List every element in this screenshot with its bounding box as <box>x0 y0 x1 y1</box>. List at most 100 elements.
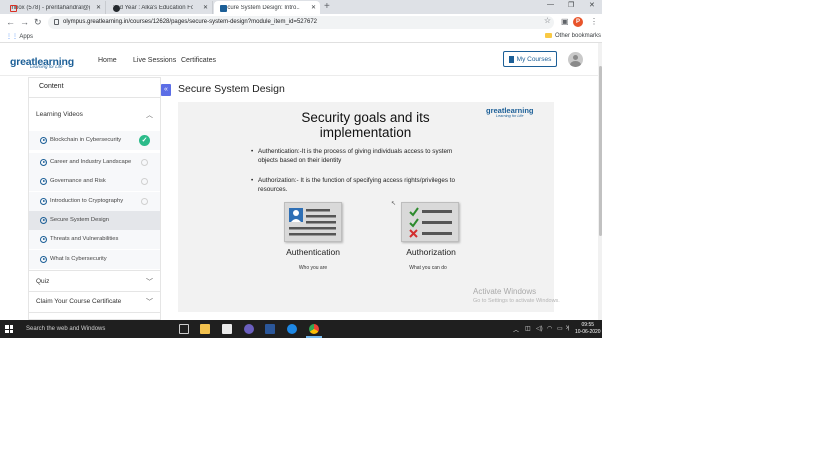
activate-windows-subtext: Go to Settings to activate Windows. <box>473 298 560 304</box>
sidebar-title: Content <box>29 78 160 98</box>
nav-live-sessions[interactable]: Live Sessions <box>133 57 176 64</box>
my-courses-label: My Courses <box>516 55 552 63</box>
lesson-label: What Is Cybersecurity <box>50 256 107 262</box>
edge-icon[interactable] <box>287 324 297 334</box>
taskbar-search[interactable]: Search the web and Windows <box>18 320 168 338</box>
new-tab-button[interactable]: + <box>324 1 330 13</box>
checklist-icon <box>401 202 459 242</box>
task-view-icon[interactable] <box>179 324 189 334</box>
apps-label: Apps <box>19 34 34 40</box>
back-icon[interactable]: ← <box>6 16 15 28</box>
url-text[interactable]: olympus.greatlearning.in/courses/12628/p… <box>63 18 317 27</box>
menu-icon[interactable]: ⋮ <box>590 17 598 26</box>
bullet-authorization: Authorization:- It is the function of sp… <box>251 177 473 194</box>
volume-icon[interactable]: ◁) <box>536 325 543 332</box>
progress-circle-icon <box>141 159 148 166</box>
close-icon[interactable]: ✕ <box>203 4 208 11</box>
wifi-icon[interactable]: ◠ <box>547 325 552 332</box>
lesson-label: Threats and Vulnerabilities <box>50 236 119 242</box>
lesson-threats[interactable]: Threats and Vulnerabilities <box>29 230 160 249</box>
bookmarks-bar: ⋮⋮ Apps Other bookmarks <box>0 31 602 43</box>
lesson-blockchain[interactable]: Blockchain in Cybersecurity ✓ <box>29 131 160 150</box>
play-icon <box>40 236 47 243</box>
greatlearning-icon <box>220 5 227 12</box>
slide-title-line2: implementation <box>319 125 412 140</box>
forward-icon[interactable]: → <box>20 16 29 28</box>
play-icon <box>40 178 47 185</box>
clock-date: 10-06-2020 <box>575 329 601 335</box>
greatlearning-logo[interactable]: greatlearning Learning for Life <box>10 52 74 70</box>
slide-logo-tagline: Learning for Life <box>496 114 524 118</box>
my-courses-button[interactable]: My Courses <box>503 51 557 67</box>
user-avatar[interactable] <box>568 52 583 67</box>
close-icon[interactable]: ✕ <box>96 4 101 11</box>
keyboard-icon[interactable]: ▭ <box>557 325 563 332</box>
close-icon[interactable]: ✕ <box>311 4 316 11</box>
network-icon[interactable]: ◫ <box>525 325 531 332</box>
collapse-sidebar-button[interactable]: « <box>161 84 171 96</box>
minimize-icon[interactable]: — <box>547 1 554 8</box>
window-close-icon[interactable]: ✕ <box>589 1 595 9</box>
extension-icon[interactable]: ▣ <box>561 17 569 26</box>
authentication-label: Authentication <box>286 247 340 257</box>
lesson-what-is-cybersecurity[interactable]: What Is Cybersecurity <box>29 250 160 269</box>
store-icon[interactable] <box>222 324 232 334</box>
lesson-cryptography[interactable]: Introduction to Cryptography <box>29 192 160 211</box>
apps-bookmark[interactable]: ⋮⋮ Apps <box>6 33 33 40</box>
browser-toolbar: ← → ↻ olympus.greatlearning.in/courses/1… <box>0 14 602 31</box>
authorization-sublabel: What you can do <box>409 265 447 271</box>
book-icon <box>508 55 514 63</box>
windows-start-icon[interactable] <box>5 325 13 333</box>
chevron-down-icon: ﹀ <box>146 299 153 306</box>
lesson-career[interactable]: Career and Industry Landscape <box>29 153 160 172</box>
address-bar[interactable]: olympus.greatlearning.in/courses/12628/p… <box>48 16 554 29</box>
apps-grid-icon: ⋮⋮ <box>6 34 18 40</box>
section-label: Learning Videos <box>36 111 83 118</box>
bullet-authentication: Authentication:-It is the process of giv… <box>251 148 473 165</box>
section-learning-videos[interactable]: Learning Videos ︿ <box>29 104 160 126</box>
maximize-icon[interactable]: ❐ <box>568 1 574 9</box>
tab-github[interactable]: 2nd Year : Alka's Education Foun... ✕ <box>107 1 213 14</box>
tray-chevron-icon[interactable]: ︿ <box>513 325 519 334</box>
clock-time: 09:55 <box>581 322 595 328</box>
other-bookmarks[interactable]: Other bookmarks <box>545 33 601 39</box>
chrome-icon[interactable] <box>306 324 322 338</box>
other-bookmarks-label: Other bookmarks <box>555 33 602 40</box>
play-icon <box>40 217 47 224</box>
activate-windows-watermark: Activate Windows <box>473 287 537 296</box>
progress-circle-icon <box>141 178 148 185</box>
progress-circle-icon <box>141 198 148 205</box>
scrollbar-thumb[interactable] <box>599 66 602 236</box>
section-claim-certificate[interactable]: Claim Your Course Certificate ﹀ <box>29 291 160 313</box>
lesson-slide[interactable]: Security goals and its implementation gr… <box>178 102 554 312</box>
play-icon <box>40 256 47 263</box>
tab-label: Inbox (578) - preritahandral@g... <box>10 4 90 11</box>
lesson-label: Governance and Risk <box>50 178 106 184</box>
language-icon[interactable]: ʞ <box>566 325 569 331</box>
word-icon[interactable] <box>265 324 275 334</box>
lesson-label: Career and Industry Landscape <box>50 159 132 165</box>
reload-icon[interactable]: ↻ <box>34 16 42 28</box>
windows-taskbar: Search the web and Windows ︿ ◫ ◁) ◠ ▭ ʞ … <box>0 320 602 338</box>
tab-gmail[interactable]: Inbox (578) - preritahandral@g... ✕ <box>4 1 106 14</box>
page-title: Secure System Design <box>178 83 285 95</box>
lesson-secure-system-design[interactable]: Secure System Design <box>29 211 160 230</box>
bookmark-star-icon[interactable]: ☆ <box>544 16 551 25</box>
nav-home[interactable]: Home <box>98 57 117 64</box>
play-icon <box>40 159 47 166</box>
tab-label: 2nd Year : Alka's Education Foun... <box>113 4 193 11</box>
lesson-governance[interactable]: Governance and Risk <box>29 172 160 191</box>
chevron-down-icon: ﹀ <box>146 279 153 286</box>
media-app-icon[interactable] <box>244 324 254 334</box>
play-icon <box>40 198 47 205</box>
lesson-label: Blockchain in Cybersecurity <box>50 137 122 143</box>
identity-card-icon <box>284 202 342 242</box>
nav-certificates[interactable]: Certificates <box>181 57 216 64</box>
lesson-label: Introduction to Cryptography <box>50 198 124 204</box>
taskbar-clock[interactable]: 09:55 10-06-2020 <box>575 322 601 336</box>
tab-secure-system-design[interactable]: Secure System Design: Intro... ✕ <box>214 1 320 14</box>
section-quiz[interactable]: Quiz ﹀ <box>29 270 160 292</box>
section-label: Quiz <box>36 278 50 285</box>
profile-avatar[interactable]: P <box>573 17 583 27</box>
file-explorer-icon[interactable] <box>200 324 210 334</box>
